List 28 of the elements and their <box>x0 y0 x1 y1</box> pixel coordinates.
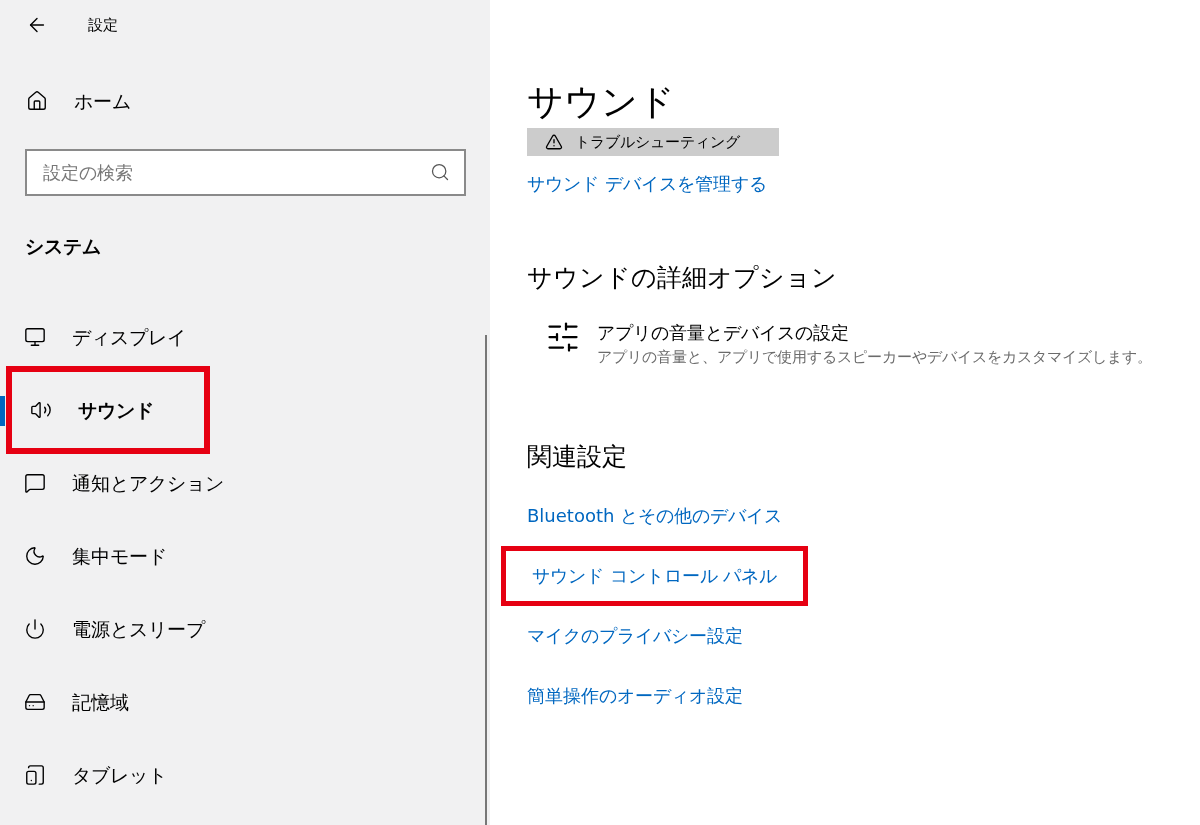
manage-devices-link[interactable]: サウンド デバイスを管理する <box>527 170 767 197</box>
power-icon <box>24 618 46 640</box>
window-title: 設定 <box>88 14 118 36</box>
item-description: アプリの音量と、アプリで使用するスピーカーやデバイスをカスタマイズします。 <box>597 346 1152 368</box>
home-icon <box>26 90 48 112</box>
section-heading: サウンドの詳細オプション <box>527 262 838 294</box>
home-nav-item[interactable]: ホーム <box>0 86 490 116</box>
speech-bubble-icon <box>24 472 46 494</box>
moon-icon <box>24 545 46 567</box>
search-field[interactable]: 設定の検索 <box>25 149 466 196</box>
warning-icon <box>545 133 563 151</box>
drive-icon <box>24 691 46 713</box>
speaker-icon <box>30 399 52 421</box>
page-title: サウンド <box>527 80 676 124</box>
scrollbar[interactable] <box>485 335 487 825</box>
section-heading: 関連設定 <box>527 441 628 473</box>
app-volume-item[interactable]: アプリの音量とデバイスの設定 アプリの音量と、アプリで使用するスピーカーやデバイスをカスタマイズします。 <box>545 318 1200 368</box>
monitor-icon <box>24 326 46 348</box>
nav-item[interactable]: サウンド <box>6 366 210 454</box>
related-link[interactable]: マイクのプライバシー設定 <box>501 605 769 666</box>
section-heading: システム <box>25 234 102 259</box>
related-link[interactable]: Bluetooth とその他のデバイス <box>501 485 809 546</box>
tablet-icon <box>24 764 46 786</box>
search-icon <box>430 162 450 182</box>
related-link[interactable]: 簡単操作のオーディオ設定 <box>501 665 769 726</box>
item-title: アプリの音量とデバイスの設定 <box>597 320 850 345</box>
related-link[interactable]: サウンド コントロール パネル <box>501 545 809 606</box>
troubleshoot-button[interactable]: トラブルシューティング <box>527 128 779 156</box>
